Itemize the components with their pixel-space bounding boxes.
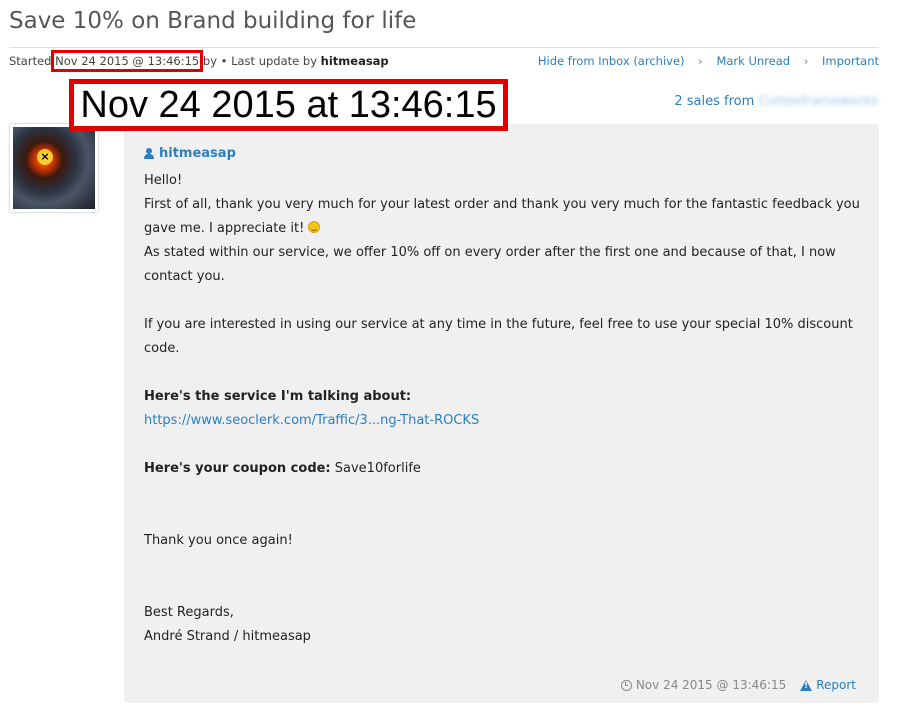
- message-line: Best Regards,: [144, 605, 234, 620]
- warning-icon: [800, 679, 813, 691]
- clock-icon: [620, 679, 632, 691]
- message-line: As stated within our service, we offer 1…: [144, 245, 836, 260]
- seller-name-blurred: Cortexframeworks: [758, 94, 878, 109]
- message-line: Hello!: [144, 173, 183, 188]
- sales-info[interactable]: 2 sales from Cortexframeworks: [674, 94, 878, 109]
- report-label[interactable]: Report: [816, 678, 856, 692]
- date-annotation-callout: Nov 24 2015 at 13:46:15: [69, 79, 508, 131]
- message-line: Here's the service I'm talking about:: [144, 385, 864, 409]
- message-text: gave me. I appreciate it!: [144, 221, 305, 236]
- message-body: Hello! First of all, thank you very much…: [144, 169, 864, 649]
- message-line: André Strand / hitmeasap: [144, 629, 311, 644]
- hide-from-inbox-link[interactable]: Hide from Inbox (archive): [538, 54, 685, 68]
- message-timestamp: Nov 24 2015 @ 13:46:15: [635, 678, 787, 692]
- message-line: Here's your coupon code: Save10forlife: [144, 457, 864, 481]
- user-icon: [144, 148, 154, 159]
- message-line: First of all, thank you very much for yo…: [144, 197, 860, 212]
- thread-meta-bar: Started Nov 24 2015 @ 13:46:15 by • Last…: [9, 47, 879, 72]
- separator-icon: ›: [803, 54, 809, 68]
- avatar[interactable]: ×: [10, 124, 98, 212]
- thread-meta-info: Started Nov 24 2015 @ 13:46:15 by • Last…: [9, 50, 389, 72]
- separator-icon: ›: [698, 54, 703, 68]
- service-label: Here's the service I'm talking about:: [144, 389, 412, 404]
- sales-count: 2 sales from: [674, 94, 755, 109]
- smiley-icon: [308, 221, 321, 233]
- thread-actions: Hide from Inbox (archive) › Mark Unread …: [538, 54, 879, 68]
- message-line: contact you.: [144, 269, 225, 284]
- coupon-label: Here's your coupon code:: [144, 461, 331, 476]
- page-title: Save 10% on Brand building for life: [9, 8, 417, 34]
- message-author[interactable]: hitmeasap: [144, 144, 859, 163]
- mark-unread-link[interactable]: Mark Unread: [716, 54, 790, 68]
- avatar-eye-icon: ×: [37, 149, 53, 165]
- important-link[interactable]: Important: [822, 54, 879, 68]
- started-label: Started: [9, 54, 52, 68]
- coupon-code: Save10forlife: [330, 461, 421, 476]
- message-footer: Nov 24 2015 @ 13:46:15 Report: [620, 678, 856, 692]
- service-link[interactable]: https://www.seoclerk.com/Traffic/3...ng-…: [144, 409, 864, 433]
- report-button[interactable]: Report: [800, 678, 856, 692]
- started-date: Nov 24 2015 @ 13:46:15: [51, 50, 204, 72]
- message-line: gave me. I appreciate it!: [144, 217, 864, 241]
- message-bubble: hitmeasap Hello! First of all, thank you…: [124, 124, 879, 703]
- avatar-image: ×: [13, 127, 95, 209]
- message-line: If you are interested in using our servi…: [144, 317, 853, 332]
- last-update-user[interactable]: hitmeasap: [321, 54, 389, 68]
- message-line: code.: [144, 341, 180, 356]
- message-author-name[interactable]: hitmeasap: [159, 146, 236, 161]
- last-update-label: by • Last update by: [199, 54, 317, 68]
- message-line: Thank you once again!: [144, 533, 293, 548]
